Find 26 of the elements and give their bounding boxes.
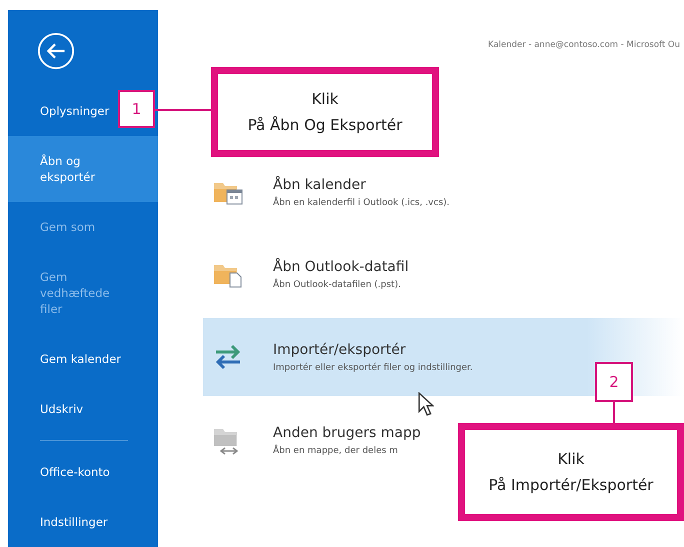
sidebar-item[interactable]: Åbn og eksportér xyxy=(8,136,158,202)
window-title: Kalender - anne@contoso.com - Microsoft Ou xyxy=(487,40,681,50)
option-item[interactable]: Åbn Outlook-datafil Åbn Outlook-datafilen (.pst). xyxy=(203,244,684,304)
option-title: Åbn Outlook-datafil xyxy=(273,258,409,274)
sidebar-item[interactable]: Gem kalender xyxy=(8,334,122,384)
option-title: Åbn kalender xyxy=(273,176,367,192)
callout-text: På Åbn Og Eksportér xyxy=(248,116,402,134)
back-icon[interactable] xyxy=(36,32,76,70)
option-title: Importér/eksportér xyxy=(273,342,407,358)
cursor-icon xyxy=(418,392,434,416)
sidebar-item[interactable]: Udskriv xyxy=(8,384,84,434)
option-description: Importér eller eksportér filer og indstillinger. xyxy=(273,362,473,372)
option-description: Åbn en kalenderfil i Outlook (.ics, .vcs). xyxy=(273,198,450,208)
option-title: Anden brugers mapp xyxy=(273,424,421,440)
callout-text: På Importér/Eksportér xyxy=(488,476,654,494)
option-description: Åbn en mappe, der deles m xyxy=(273,446,399,456)
callout-text: Klik xyxy=(312,90,338,108)
sidebar-item[interactable]: Oplysninger xyxy=(8,86,110,136)
step-number: 2 xyxy=(595,362,633,402)
sidebar-item[interactable]: Indstillinger xyxy=(8,497,108,547)
callout-text: Klik xyxy=(558,450,584,468)
option-item[interactable]: Åbn kalender Åbn en kalenderfil i Outlook (.ics, .vcs). xyxy=(203,162,684,222)
step-number: 1 xyxy=(118,90,155,128)
option-description: Åbn Outlook-datafilen (.pst). xyxy=(273,280,402,290)
sidebar-item[interactable]: Office-konto xyxy=(8,447,110,497)
arrows-icon xyxy=(213,342,243,372)
